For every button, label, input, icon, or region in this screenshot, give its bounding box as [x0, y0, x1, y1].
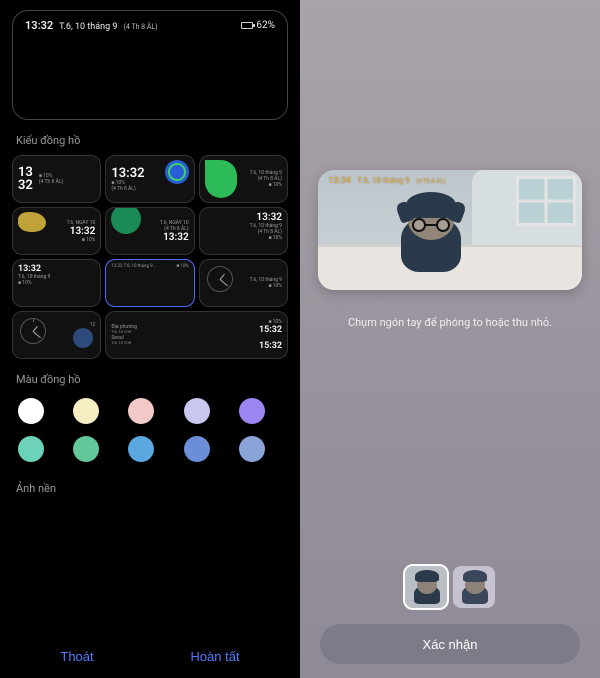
- wallpaper-preview[interactable]: 13:34 T.6, 10 tháng 9 (4 Th 8 ÂL): [318, 170, 582, 290]
- exit-button[interactable]: Thoát: [60, 649, 93, 664]
- color-option-7[interactable]: [73, 436, 99, 462]
- clock-color-grid: [12, 394, 288, 466]
- wallpaper-zoom-editor: 13:34 T.6, 10 tháng 9 (4 Th 8 ÂL) Chụm n…: [300, 0, 600, 678]
- curve-shape-icon: [205, 160, 237, 198]
- clock-style-time-shape[interactable]: 13:32 ■ 10% (4 Th 8 ÂL): [105, 155, 194, 203]
- wp-lunar: (4 Th 8 ÂL): [416, 178, 446, 185]
- wallpaper-thumb-1[interactable]: [405, 566, 447, 608]
- clock-style-world-clock[interactable]: Địa phương T.6, 10 TH9 Seoul T.6, 10 TH9…: [105, 311, 288, 359]
- clock-style-curve[interactable]: T.6, 10 tháng 9 (4 Th 8 ÂL) ■ 10%: [199, 155, 288, 203]
- section-wallpaper: Ảnh nền: [16, 482, 288, 495]
- preview-time: 13:32: [25, 19, 53, 32]
- color-option-8[interactable]: [128, 436, 154, 462]
- wallpaper-preview-status: 13:34 T.6, 10 tháng 9 (4 Th 8 ÂL): [328, 176, 572, 186]
- done-button[interactable]: Hoàn tất: [190, 649, 239, 664]
- analog-clock-icon: [207, 266, 233, 292]
- preview-lunar: (4 Th 8 ÂL): [123, 23, 157, 31]
- preview-date: T.6, 10 tháng 9: [59, 22, 117, 32]
- section-clock-style: Kiểu đồng hồ: [16, 134, 288, 147]
- clock-style-right-align[interactable]: 13:32 T.6, 10 tháng 9 (4 Th 8 ÂL) ■ 10%: [199, 207, 288, 255]
- section-clock-color: Màu đồng hồ: [16, 373, 288, 386]
- clock-style-analog-only[interactable]: 12: [12, 311, 101, 359]
- color-option-2[interactable]: [73, 398, 99, 424]
- wp-time: 13:34: [328, 176, 351, 186]
- clock-style-wide-date[interactable]: 13:32 T.6, 10 tháng 9 ■ 10%: [12, 259, 101, 307]
- arc-shape-icon: [111, 207, 141, 234]
- pinch-instruction: Chụm ngón tay để phóng to hoặc thu nhỏ.: [300, 316, 600, 329]
- clock-style-leaf[interactable]: T.6, NGÀY 10 13:32 ■ 10%: [12, 207, 101, 255]
- color-option-4[interactable]: [184, 398, 210, 424]
- wallpaper-thumbnails: [405, 566, 495, 608]
- battery-percent: 62%: [256, 20, 275, 31]
- wallpaper-thumb-2[interactable]: [453, 566, 495, 608]
- leaf-shape-icon: [18, 212, 46, 232]
- circle-icon: [73, 328, 93, 348]
- wp-date: T.6, 10 tháng 9: [357, 176, 410, 185]
- clock-style-analog-date[interactable]: T.6, 10 tháng 9 ■ 10%: [199, 259, 288, 307]
- clock-style-arc[interactable]: T.6, NGÀY 10 (4 Th 8 ÂL) 13:32: [105, 207, 194, 255]
- color-option-10[interactable]: [239, 436, 265, 462]
- color-option-5[interactable]: [239, 398, 265, 424]
- clock-style-stacked[interactable]: 13 32 ■ 10% (4 Th 8 ÂL): [12, 155, 101, 203]
- clock-style-tiny-bar[interactable]: 13:32 T.6, 10 tháng 9… ■ 10%: [105, 259, 194, 307]
- clock-style-editor: 13:32 T.6, 10 tháng 9 (4 Th 8 ÂL) 62% Ki…: [0, 0, 300, 678]
- color-option-9[interactable]: [184, 436, 210, 462]
- bottom-bar: Thoát Hoàn tất: [12, 637, 288, 678]
- color-option-1[interactable]: [18, 398, 44, 424]
- analog-clock-icon: [20, 318, 46, 344]
- clock-styles-grid: 13 32 ■ 10% (4 Th 8 ÂL) 13:32 ■ 10% (4 T…: [12, 155, 288, 359]
- preview-time-date: 13:32 T.6, 10 tháng 9 (4 Th 8 ÂL): [25, 19, 158, 32]
- wallpaper-image: [318, 170, 582, 290]
- battery-icon: [241, 22, 253, 29]
- color-option-3[interactable]: [128, 398, 154, 424]
- lockscreen-preview: 13:32 T.6, 10 tháng 9 (4 Th 8 ÂL) 62%: [12, 10, 288, 120]
- preview-battery: 62%: [241, 20, 275, 31]
- preview-status-bar: 13:32 T.6, 10 tháng 9 (4 Th 8 ÂL) 62%: [25, 19, 275, 32]
- color-option-6[interactable]: [18, 436, 44, 462]
- confirm-button[interactable]: Xác nhận: [320, 624, 580, 664]
